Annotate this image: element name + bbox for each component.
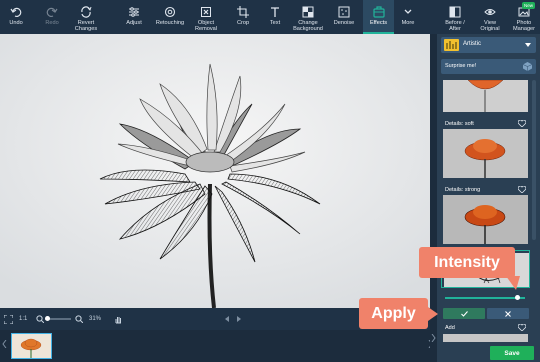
hand-tool-icon[interactable] [114,308,123,330]
filmstrip-thumbnail[interactable] [11,333,52,359]
intensity-callout: Intensity [419,247,515,278]
crop-icon [237,4,249,19]
favorite-heart-icon[interactable] [518,186,526,193]
change-background-icon [302,4,314,19]
more-label: More [401,20,415,26]
checkmark-icon [460,310,468,317]
undo-label: Undo [9,20,23,26]
intensity-slider-area [441,288,530,308]
crop-label: Crop [236,20,250,26]
panel-scrollbar[interactable] [532,80,536,240]
photo-manager-label: Photo Manager [512,20,536,32]
intensity-callout-pointer [506,276,520,290]
zoom-in-icon[interactable] [75,308,83,330]
cancel-effect-button[interactable] [487,308,529,319]
sliders-icon [128,4,140,19]
intensity-slider-thumb[interactable] [514,295,520,300]
previous-photo-icon[interactable] [224,308,230,330]
category-label: Artistic [463,41,481,47]
effect-preview [443,129,528,178]
zoom-slider[interactable] [45,308,71,330]
intensity-slider[interactable] [445,295,525,300]
dropdown-arrow-icon [525,43,531,47]
object-removal-icon [200,4,212,19]
denoise-label: Denoise [333,20,355,26]
intensity-callout-label: Intensity [434,253,500,271]
before-after-icon [449,4,461,19]
effect-preview [443,80,528,112]
actual-size-button[interactable]: 1:1 [19,308,27,330]
before-after-button[interactable]: Before / After [438,0,472,34]
retouching-icon [164,4,176,19]
surprise-me-button[interactable]: Surprise me! [441,59,536,74]
artistic-category-icon [444,39,459,51]
fit-screen-icon[interactable] [4,308,13,330]
change-background-label: Change Background [293,20,323,32]
before-after-label: Before / After [445,20,465,32]
crop-button[interactable]: Crop [228,0,258,34]
dice-icon [523,62,532,71]
revert-changes-button[interactable]: Revert Changes [70,0,102,34]
undo-icon [10,4,22,19]
zoom-slider-thumb[interactable] [45,316,50,321]
zoom-level: 31% [89,316,102,322]
save-button[interactable]: Save [490,346,534,360]
redo-label: Redo [45,20,59,26]
effect-name: Details: strong [445,187,481,193]
denoise-icon [338,4,350,19]
photo-manager-button[interactable]: Photo Manager New [508,0,540,34]
redo-icon [46,4,58,19]
next-photo-icon[interactable] [236,308,242,330]
apply-effect-button[interactable] [443,308,485,319]
apply-callout-label: Apply [371,304,416,322]
effect-card-details-strong[interactable]: Details: strong [441,184,530,246]
top-toolbar: Undo Redo Revert Changes Adjust Retouchi… [0,0,540,34]
denoise-button[interactable]: Denoise [328,0,360,34]
surprise-me-label: Surprise me! [445,63,477,69]
text-icon [269,4,281,19]
effect-card-details-soft[interactable]: Details: soft [441,118,530,180]
revert-label: Revert Changes [74,20,98,32]
effect-preview [443,334,528,342]
effect-card[interactable] [441,80,530,114]
effects-label: Effects [370,20,387,26]
change-background-button[interactable]: Change Background [290,0,326,34]
text-label: Text [269,20,281,26]
filmstrip [0,330,430,362]
redo-button[interactable]: Redo [36,0,68,34]
view-original-button[interactable]: View Original [474,0,506,34]
effect-name: Details: soft [445,121,474,127]
eye-icon [484,4,496,19]
sketch-flower-image [0,34,430,308]
adjust-label: Adjust [126,20,142,26]
chevron-down-icon [403,4,413,19]
effect-preview [443,195,528,244]
retouching-button[interactable]: Retouching [152,0,188,34]
adjust-button[interactable]: Adjust [118,0,150,34]
favorite-heart-icon[interactable] [518,120,526,127]
view-original-label: View Original [480,20,500,32]
zoom-out-icon[interactable] [36,308,44,330]
text-button[interactable]: Text [260,0,290,34]
revert-icon [80,4,92,19]
filmstrip-left-arrow-icon[interactable] [2,340,7,348]
new-badge: New [521,2,535,9]
object-removal-button[interactable]: Object Removal [189,0,223,34]
object-removal-label: Object Removal [194,20,218,32]
effects-icon [372,4,385,19]
close-icon [505,310,511,317]
effect-name: Add [445,325,455,331]
undo-button[interactable]: Undo [0,0,32,34]
apply-callout: Apply [359,298,428,329]
apply-callout-pointer [428,307,438,321]
more-button[interactable]: More [396,0,420,34]
effect-category-dropdown[interactable]: Artistic [441,37,536,53]
favorite-heart-icon[interactable] [518,324,526,331]
effects-button[interactable]: Effects [363,0,394,34]
retouching-label: Retouching [155,20,185,26]
photo-canvas[interactable] [0,34,430,308]
effect-card-add[interactable]: Add [441,322,530,342]
